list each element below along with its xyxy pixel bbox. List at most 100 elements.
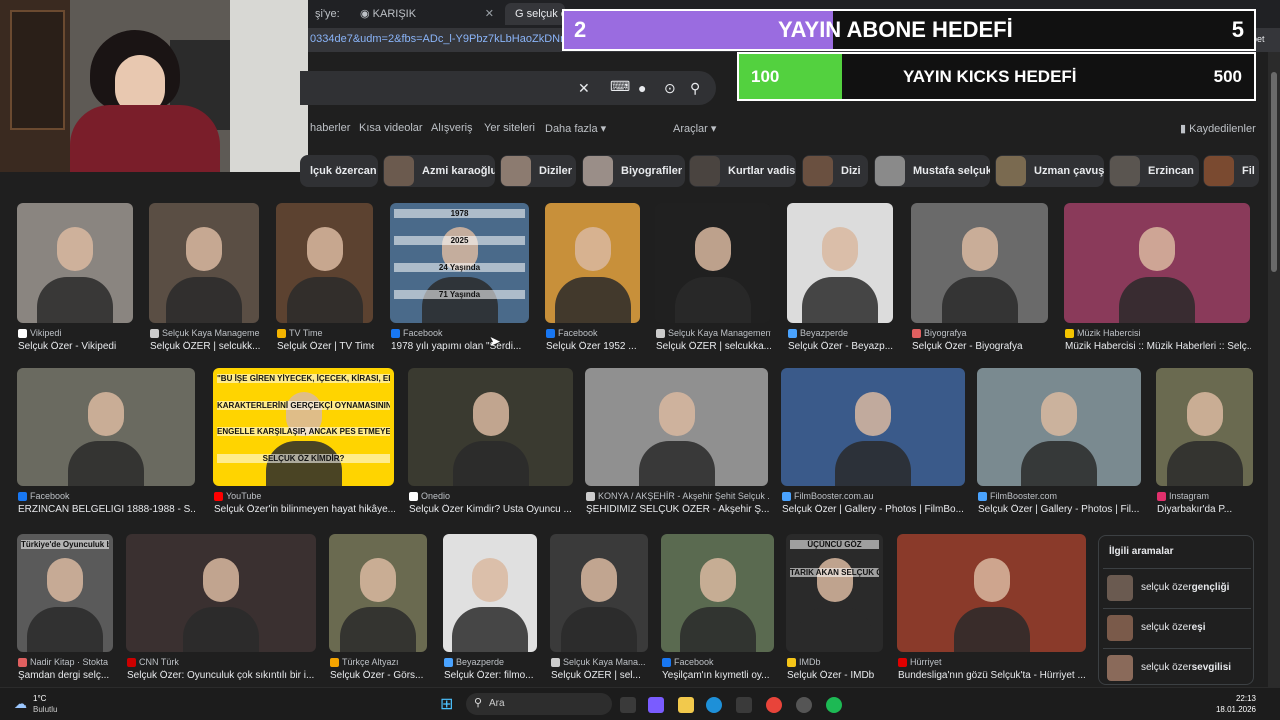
result-image[interactable] [911, 203, 1048, 323]
search-input[interactable]: ✕ ⌨ ● ⊙ ⚲ [300, 71, 716, 105]
result-source[interactable]: Biyografya [912, 328, 1049, 338]
result-title[interactable]: Selçuk Özer | Gallery - Photos | FilmBo.… [782, 504, 966, 515]
result-image[interactable] [787, 203, 893, 323]
image-result[interactable]: Beyazperde Selçuk Özer: filmo... [443, 534, 537, 694]
result-source[interactable]: KONYA / AKŞEHİR - Akşehir Şehit Selçuk .… [586, 491, 769, 501]
filter-chip[interactable]: Biyografiler [582, 155, 685, 187]
task-view-icon[interactable] [620, 697, 636, 713]
tools-button[interactable]: Araçlar ▾ [673, 122, 716, 135]
result-title[interactable]: Selçuk ÖZER | selcukka... [656, 341, 771, 352]
clock-date[interactable]: 18.01.2026 [1216, 705, 1256, 714]
filter-chip[interactable]: Diziler [500, 155, 576, 187]
chrome-icon[interactable] [766, 697, 782, 713]
page-scrollbar[interactable] [1268, 52, 1280, 687]
result-image[interactable] [897, 534, 1086, 652]
result-title[interactable]: 1978 yılı yapımı olan "Serdi... [391, 341, 530, 352]
nav-tab-news[interactable]: haberler [310, 122, 350, 134]
result-source[interactable]: Onedio [409, 491, 574, 501]
image-result[interactable]: Vikipedi Selçuk Özer - Vikipedi [17, 203, 133, 365]
result-source[interactable]: Selçuk Kaya Management [150, 328, 260, 338]
result-title[interactable]: Selçuk ÖZER | sel... [551, 670, 649, 681]
browser-tab[interactable]: şi'ye:✕ [305, 3, 345, 25]
result-source[interactable]: Beyazperde [444, 657, 538, 667]
related-search-item[interactable]: selçuk özer sevgilisi [1103, 648, 1251, 686]
nav-tab-more[interactable]: Daha fazla ▾ [545, 122, 606, 135]
result-source[interactable]: CNN Türk [127, 657, 317, 667]
copilot-app-icon[interactable] [648, 697, 664, 713]
result-title[interactable]: ŞEHİDİMİZ SELÇUK ÖZER - Akşehir Ş... [586, 504, 769, 515]
image-result[interactable]: FilmBooster.com.au Selçuk Özer | Gallery … [781, 368, 965, 528]
lens-icon[interactable]: ⊙ [664, 80, 676, 97]
result-title[interactable]: Selçuk Özer - Vikipedi [18, 341, 134, 352]
saved-button[interactable]: ▮ Kaydedilenler [1180, 122, 1256, 135]
result-title[interactable]: Selçuk Özer: Oyunculuk çok sıkıntılı bir… [127, 670, 317, 681]
spotify-icon[interactable] [826, 697, 842, 713]
image-result[interactable]: Onedio Selçuk Özer Kimdir? Usta Oyuncu ..… [408, 368, 573, 528]
nav-tab-shopping[interactable]: Alışveriş [431, 122, 473, 134]
result-source[interactable]: YouTube [214, 491, 395, 501]
result-source[interactable]: Selçuk Kaya Mana... [551, 657, 649, 667]
result-title[interactable]: Selçuk Özer'in bilinmeyen hayat hikâye..… [214, 504, 395, 515]
result-source[interactable]: Facebook [18, 491, 196, 501]
related-search-item[interactable]: selçuk özer eşi [1103, 608, 1251, 646]
result-source[interactable]: Facebook [662, 657, 775, 667]
image-result[interactable]: Instagram Diyarbakır'da P... [1156, 368, 1253, 528]
result-title[interactable]: Bundesliga'nın gözü Selçuk'ta - Hürriyet… [898, 670, 1087, 681]
result-source[interactable]: Selçuk Kaya Management [656, 328, 771, 338]
result-source[interactable]: Hürriyet [898, 657, 1087, 667]
result-title[interactable]: Yeşilçam'ın kıymetli oy... [662, 670, 775, 681]
filter-chip[interactable]: Dizi [802, 155, 868, 187]
filter-chip[interactable]: Fil [1203, 155, 1259, 187]
clock-time[interactable]: 22:13 [1236, 694, 1256, 703]
result-image[interactable] [149, 203, 259, 323]
result-image[interactable] [17, 203, 133, 323]
image-result[interactable]: 1978 2025 24 Yaşında 71 Yaşında Facebook 1978… [390, 203, 529, 365]
result-image[interactable] [655, 203, 770, 323]
filter-chip[interactable]: Mustafa selçuk [874, 155, 990, 187]
edge-browser-icon[interactable] [706, 697, 722, 713]
image-result[interactable]: ÜÇÜNCÜ GÖZ TARIK AKAN SELÇUK ÖZER IMDb Selç… [786, 534, 883, 694]
taskbar-search-box[interactable]: ⚲ Ara [466, 693, 612, 715]
related-search-item[interactable]: selçuk özer gençliği [1103, 568, 1251, 606]
weather-description[interactable]: Bulutlu [33, 705, 57, 714]
result-image[interactable] [661, 534, 774, 652]
result-image[interactable] [408, 368, 573, 486]
image-result[interactable]: CNN Türk Selçuk Özer: Oyunculuk çok sıkın… [126, 534, 316, 694]
result-image[interactable] [781, 368, 965, 486]
result-image[interactable] [550, 534, 648, 652]
keyboard-icon[interactable]: ⌨ [610, 78, 630, 95]
browser-tab-active[interactable]: G selçuk özer [505, 3, 565, 25]
result-title[interactable]: Selçuk Özer - Beyazp... [788, 341, 894, 352]
result-image[interactable] [1064, 203, 1250, 323]
image-result[interactable]: Hürriyet Bundesliga'nın gözü Selçuk'ta - … [897, 534, 1086, 694]
result-source[interactable]: Beyazperde [788, 328, 894, 338]
result-source[interactable]: Vikipedi [18, 328, 134, 338]
clear-icon[interactable]: ✕ [578, 80, 590, 97]
result-title[interactable]: Diyarbakır'da P... [1157, 504, 1254, 515]
result-image[interactable] [545, 203, 640, 323]
close-tab-icon[interactable]: ✕ [485, 3, 494, 25]
search-icon[interactable]: ⚲ [690, 80, 700, 97]
image-result[interactable]: FilmBooster.com Selçuk Özer | Gallery - P… [977, 368, 1141, 528]
result-image[interactable] [585, 368, 768, 486]
nav-tab-places[interactable]: Yer siteleri [484, 122, 535, 134]
result-title[interactable]: Selçuk Özer 1952 ... [546, 341, 641, 352]
result-source[interactable]: FilmBooster.com [978, 491, 1142, 501]
result-title[interactable]: Selçuk Özer | TV Time [277, 341, 374, 352]
result-source[interactable]: Facebook [546, 328, 641, 338]
image-result[interactable]: Beyazperde Selçuk Özer - Beyazp... [787, 203, 893, 365]
result-source[interactable]: Müzik Habercisi [1065, 328, 1251, 338]
result-title[interactable]: Selçuk Özer - Biyografya [912, 341, 1049, 352]
result-source[interactable]: Instagram [1157, 491, 1254, 501]
filter-chip[interactable]: Kurtlar vadisi [689, 155, 796, 187]
image-result[interactable]: Selçuk Kaya Mana... Selçuk ÖZER | sel... [550, 534, 648, 694]
result-title[interactable]: Selçuk Özer - Görs... [330, 670, 428, 681]
result-title[interactable]: Selçuk Özer: filmo... [444, 670, 538, 681]
result-source[interactable]: Facebook [391, 328, 530, 338]
result-source[interactable]: Türkçe Altyazı [330, 657, 428, 667]
result-title[interactable]: Selçuk ÖZER | selcukk... [150, 341, 260, 352]
result-image[interactable] [17, 368, 195, 486]
result-image[interactable] [126, 534, 316, 652]
result-image[interactable]: "BU İŞE GİREN YİYECEK, İÇECEK, KİRASI, E… [213, 368, 394, 486]
start-windows-icon[interactable]: ⊞ [440, 694, 453, 714]
